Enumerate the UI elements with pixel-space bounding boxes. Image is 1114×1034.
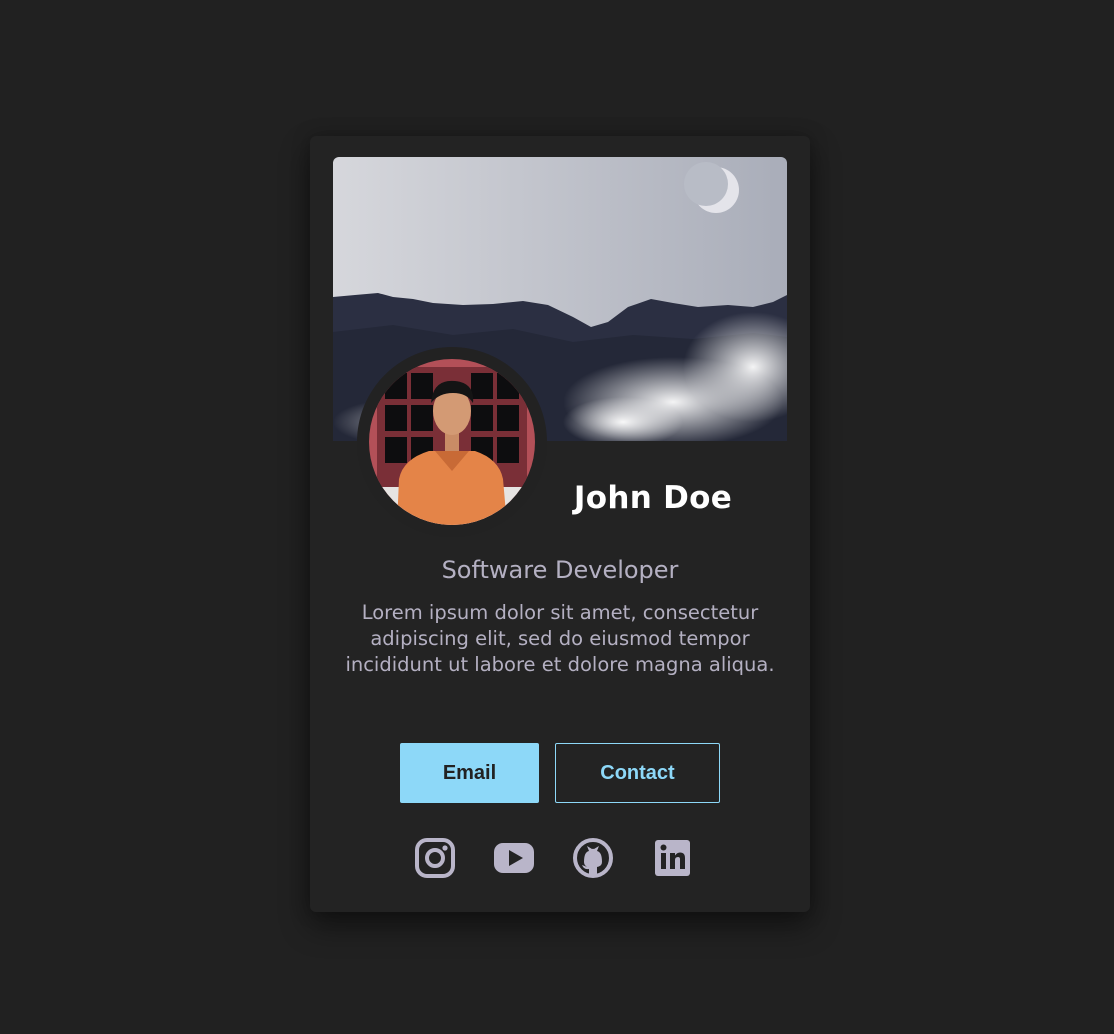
avatar [357,347,547,537]
instagram-icon[interactable] [413,836,457,880]
linkedin-icon[interactable] [650,836,694,880]
social-links [310,836,810,880]
avatar-photo [369,359,535,525]
email-button[interactable]: Email [400,743,539,803]
profile-card: John Doe Software Developer Lorem ipsum … [310,136,810,912]
profile-bio: Lorem ipsum dolor sit amet, consectetur … [345,601,775,676]
profile-name: John Doe [573,480,733,516]
contact-button[interactable]: Contact [555,743,720,803]
github-icon[interactable] [571,836,615,880]
youtube-icon[interactable] [492,836,536,880]
profile-role: Software Developer [441,556,679,584]
